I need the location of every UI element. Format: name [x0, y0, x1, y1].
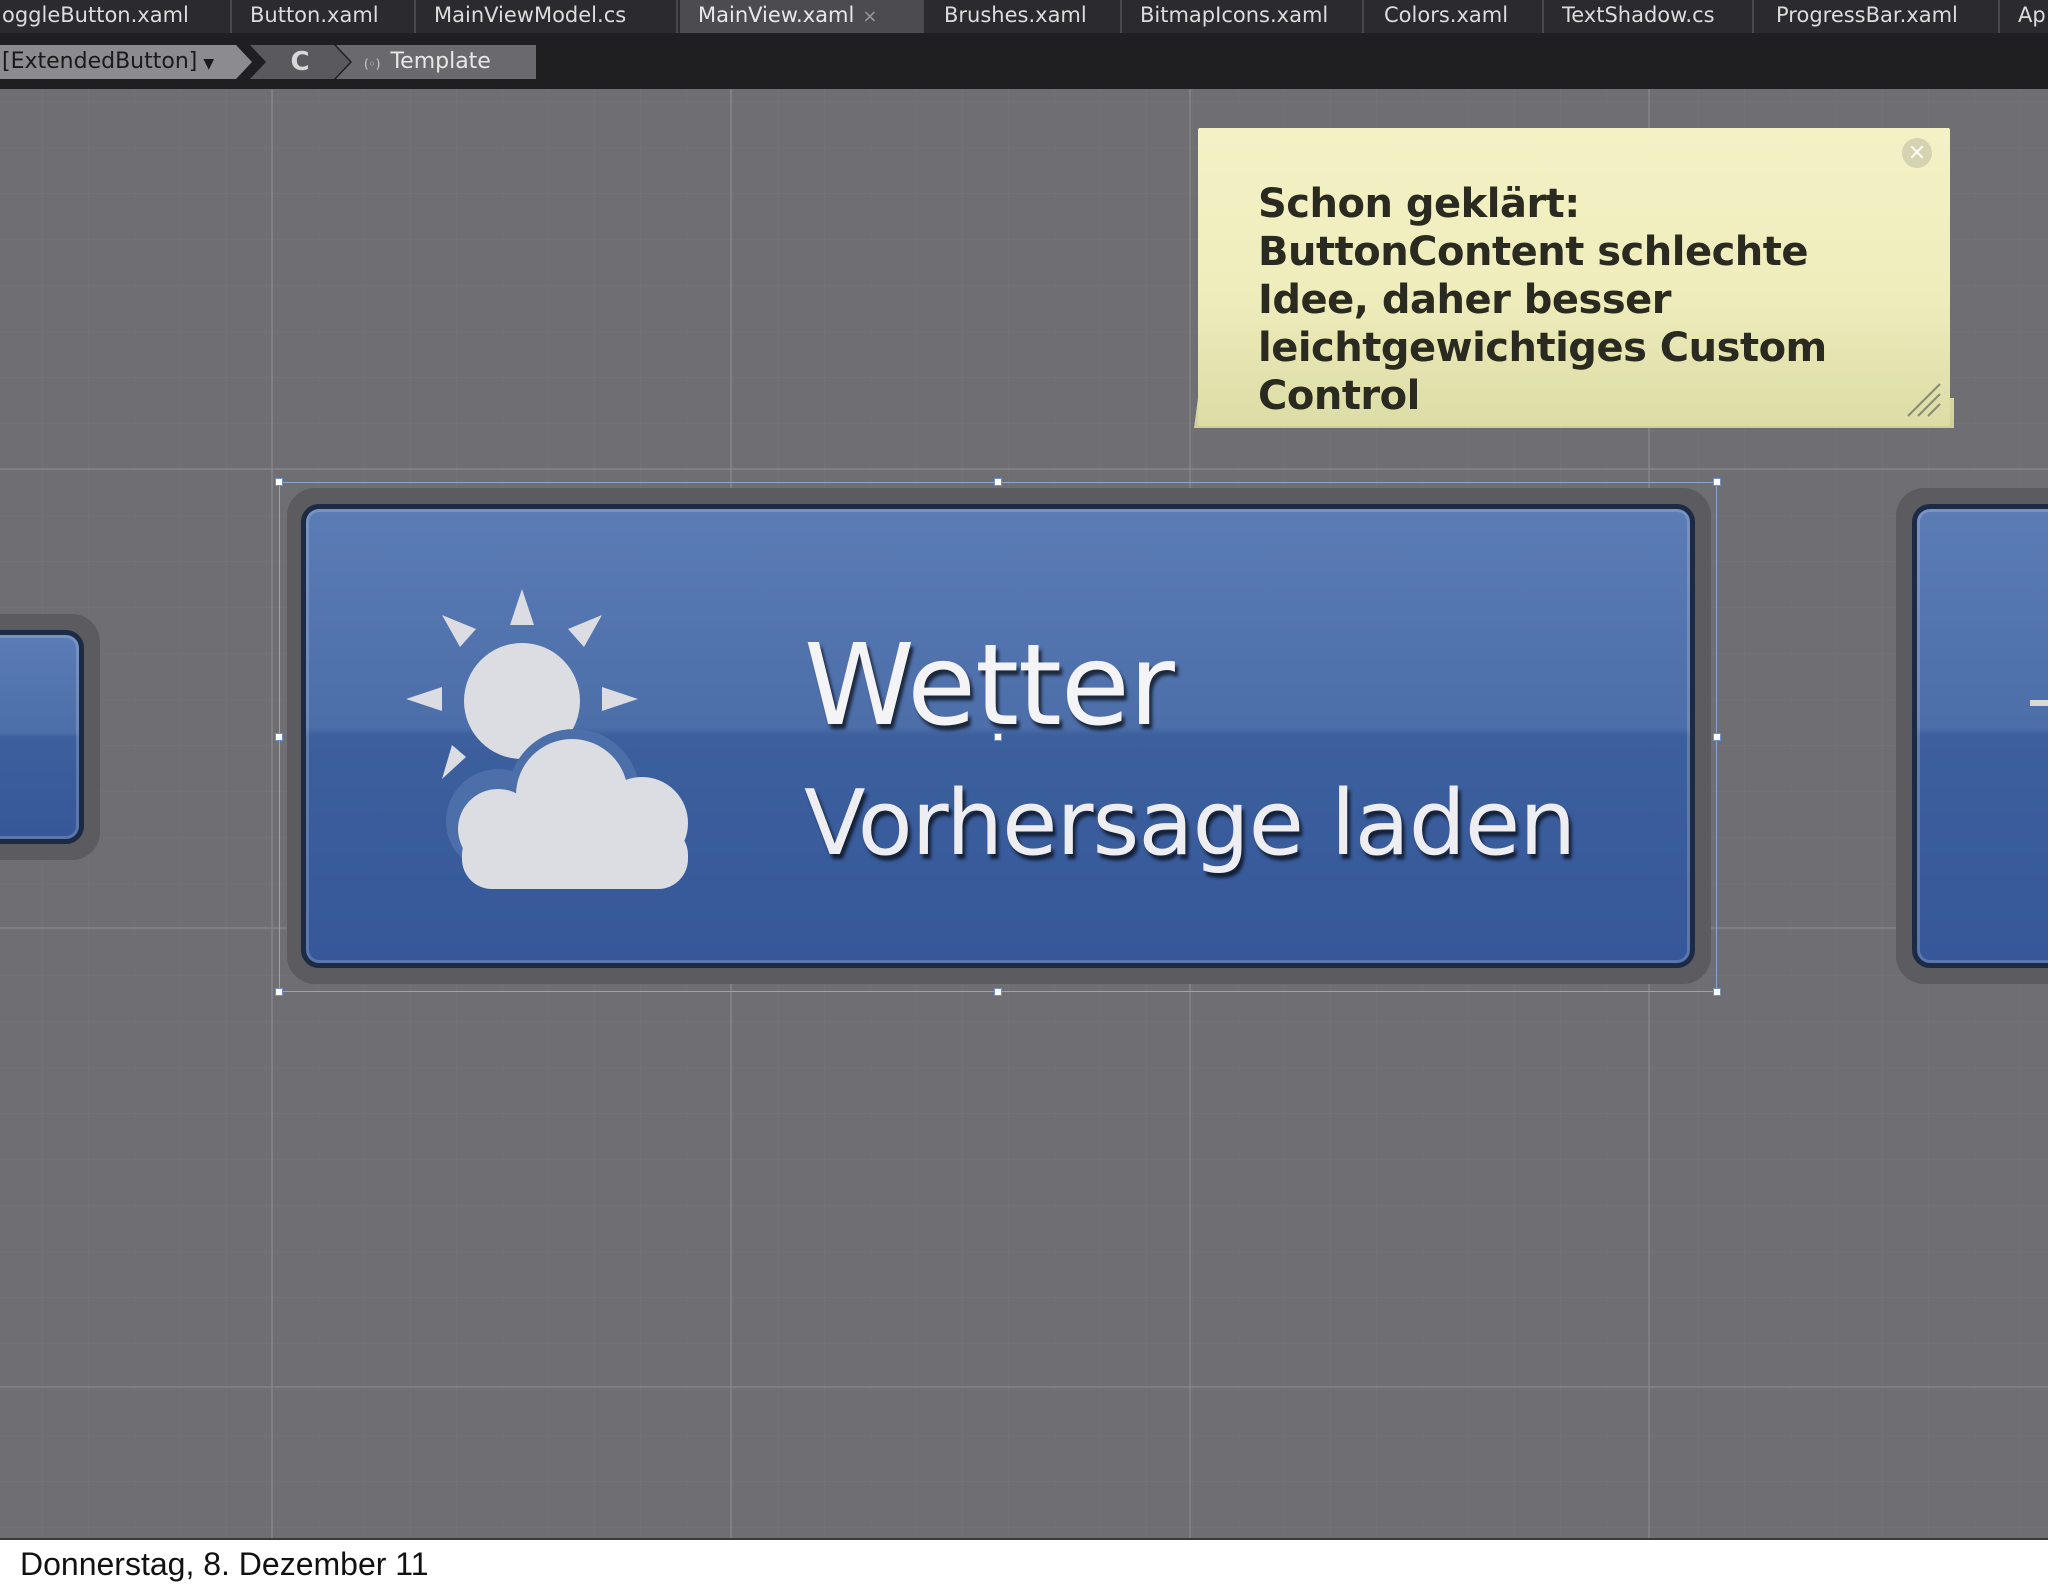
- tab-togglebutton-xaml[interactable]: oggleButton.xaml: [0, 0, 232, 33]
- tab-label: Button.xaml: [250, 3, 379, 27]
- tab-close-icon[interactable]: ×: [862, 1, 877, 32]
- tab-bitmapicons-xaml[interactable]: BitmapIcons.xaml: [1122, 0, 1364, 33]
- tab-brushes-xaml[interactable]: Brushes.xaml: [926, 0, 1122, 33]
- breadcrumb-template-label: Template: [390, 49, 491, 74]
- resize-handle-left[interactable]: [275, 733, 283, 741]
- tab-progressbar-xaml[interactable]: ProgressBar.xaml: [1754, 0, 2000, 33]
- selection-adorner: [275, 478, 1721, 996]
- breadcrumb-element-selector[interactable]: [ExtendedButton] ▼: [0, 45, 252, 79]
- button-right-partial[interactable]: [1912, 504, 2048, 968]
- template-icon: (◦): [364, 57, 381, 71]
- center-point-handle[interactable]: [994, 733, 1002, 741]
- resize-handle-bottom[interactable]: [994, 988, 1002, 996]
- footer-date: Donnerstag, 8. Dezember 11: [20, 1546, 429, 1582]
- resize-handle-top-right[interactable]: [1713, 478, 1721, 486]
- sticky-note-text[interactable]: Schon geklärt: ButtonContent schlechte I…: [1258, 180, 1918, 420]
- tab-label: oggleButton.xaml: [2, 3, 189, 27]
- tab-label: MainViewModel.cs: [434, 3, 627, 27]
- tab-label: MainView.xaml: [698, 3, 855, 27]
- dropdown-arrow-icon[interactable]: ▼: [203, 56, 214, 72]
- breadcrumb-style-item[interactable]: C: [250, 45, 350, 79]
- tab-button-xaml[interactable]: Button.xaml: [232, 0, 416, 33]
- designer-window: oggleButton.xaml Button.xaml MainViewMod…: [0, 0, 2048, 1538]
- tab-label: Brushes.xaml: [944, 3, 1087, 27]
- close-icon[interactable]: ×: [1902, 138, 1932, 168]
- sticky-note[interactable]: Schon geklärt: ButtonContent schlechte I…: [1198, 128, 1950, 426]
- breadcrumb-element-label: [ExtendedButton]: [2, 49, 198, 74]
- tab-mainviewmodel-cs[interactable]: MainViewModel.cs: [416, 0, 678, 33]
- resize-handle-top[interactable]: [994, 478, 1002, 486]
- tab-ap-truncated[interactable]: Ap: [2000, 0, 2048, 33]
- slide-footer: Donnerstag, 8. Dezember 11: [0, 1538, 2048, 1593]
- tab-label: Colors.xaml: [1384, 3, 1509, 27]
- button-right-icon-fragment: [2030, 700, 2048, 706]
- tab-label: Ap: [2018, 3, 2046, 27]
- breadcrumb: [ExtendedButton] ▼ C (◦) Template: [0, 33, 2048, 89]
- tab-textshadow-cs[interactable]: TextShadow.cs: [1544, 0, 1754, 33]
- document-tab-bar: oggleButton.xaml Button.xaml MainViewMod…: [0, 0, 2048, 33]
- tab-label: TextShadow.cs: [1562, 3, 1715, 27]
- resize-handle-bottom-left[interactable]: [275, 988, 283, 996]
- resize-handle-bottom-right[interactable]: [1713, 988, 1721, 996]
- resize-grip-icon[interactable]: [1902, 378, 1942, 418]
- resize-handle-top-left[interactable]: [275, 478, 283, 486]
- resize-handle-right[interactable]: [1713, 733, 1721, 741]
- breadcrumb-template-item[interactable]: (◦) Template: [336, 45, 536, 79]
- tab-label: ProgressBar.xaml: [1776, 3, 1958, 27]
- style-icon: C: [290, 47, 310, 77]
- tab-mainview-xaml[interactable]: MainView.xaml ×: [680, 0, 924, 33]
- tab-colors-xaml[interactable]: Colors.xaml: [1364, 0, 1544, 33]
- tab-label: BitmapIcons.xaml: [1140, 3, 1329, 27]
- button-left-partial[interactable]: [0, 630, 84, 844]
